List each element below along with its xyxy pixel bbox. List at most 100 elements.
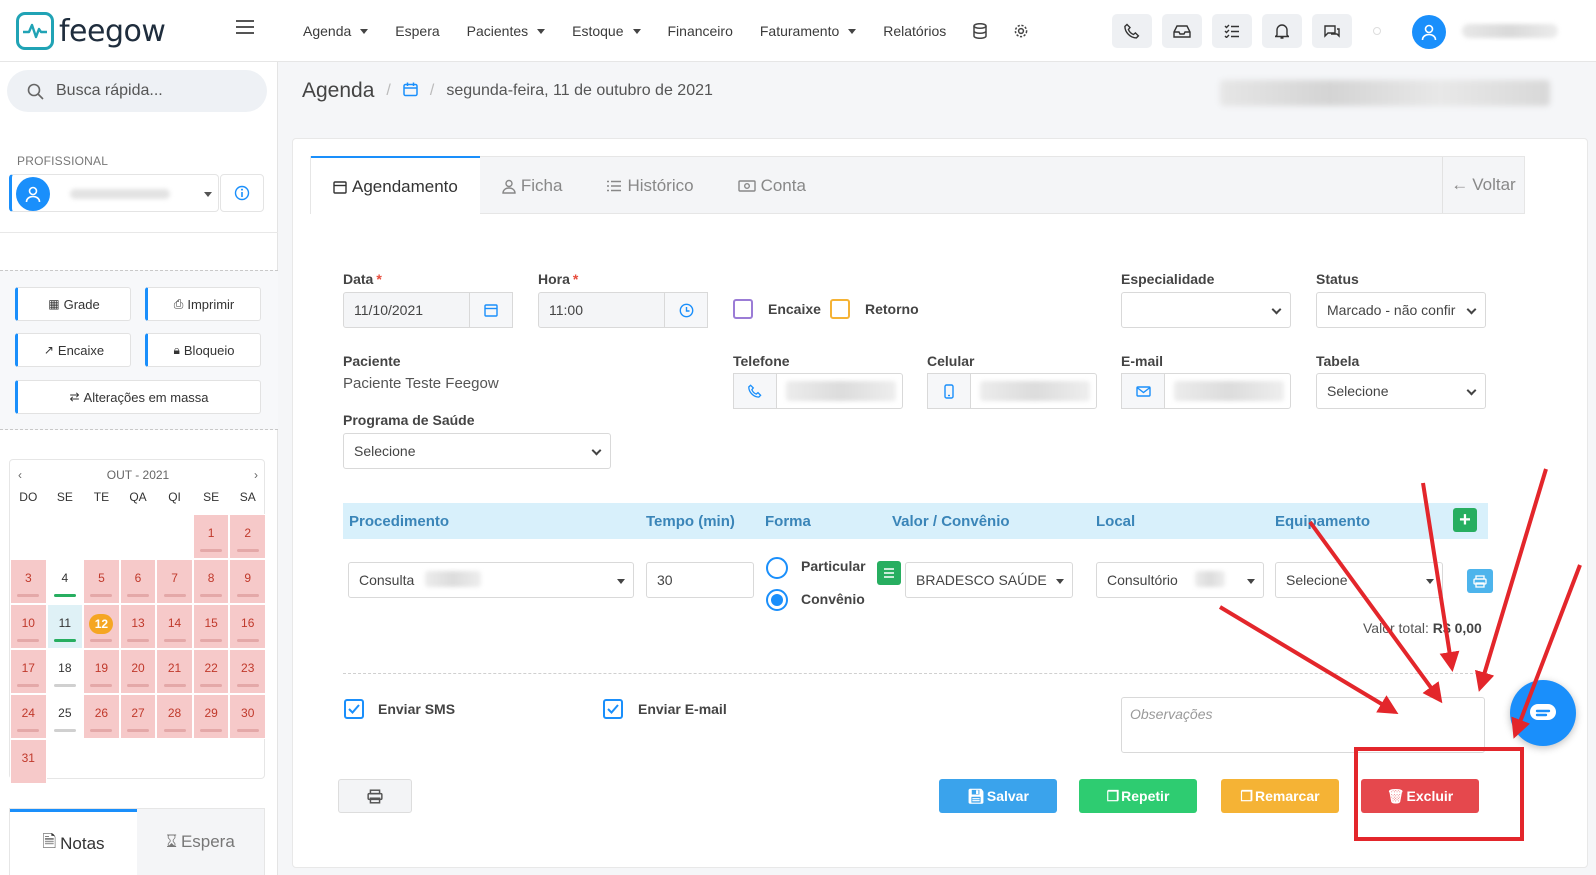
calendar-day[interactable]: 31 xyxy=(10,739,47,784)
nav-financeiro[interactable]: Financeiro xyxy=(668,23,733,39)
celular-input[interactable] xyxy=(927,373,1097,409)
alteracoes-em-massa-button[interactable]: ⇄ Alterações em massa xyxy=(15,380,261,414)
local-select[interactable]: Consultório xyxy=(1096,562,1264,598)
hora-input[interactable]: 11:00 xyxy=(538,292,708,328)
nav-estoque[interactable]: Estoque xyxy=(572,23,641,39)
chevron-right-icon[interactable]: › xyxy=(254,468,258,482)
procedimento-select[interactable]: Consulta xyxy=(348,562,634,598)
repetir-button[interactable]: ❐ Repetir xyxy=(1079,779,1197,813)
imprimir-button[interactable]: ⎙ Imprimir xyxy=(145,287,261,321)
tempo-input[interactable]: 30 xyxy=(646,562,754,598)
grade-button[interactable]: ▦ Grade xyxy=(15,287,131,321)
inbox-icon[interactable] xyxy=(1162,14,1202,48)
convenio-radio[interactable] xyxy=(766,589,788,611)
calendar-day[interactable]: 9 xyxy=(229,559,266,604)
calendar-day[interactable]: 7 xyxy=(156,559,193,604)
calendar-day[interactable]: 4 xyxy=(46,559,84,604)
phone-icon[interactable] xyxy=(1112,14,1152,48)
tab-notas[interactable]: 🗎︎ Notas xyxy=(10,809,137,875)
price-table-icon[interactable] xyxy=(877,561,901,585)
enviar-email-checkbox[interactable] xyxy=(603,699,623,719)
email-input[interactable] xyxy=(1121,373,1291,409)
especialidade-select[interactable] xyxy=(1121,292,1291,328)
tab-historico[interactable]: Histórico xyxy=(584,157,715,215)
hamburger-menu-icon[interactable] xyxy=(236,20,254,34)
tab-espera[interactable]: ⌛︎ Espera xyxy=(137,809,264,875)
nav-agenda[interactable]: Agenda xyxy=(303,23,369,39)
remarcar-button[interactable]: ❐ Remarcar xyxy=(1221,779,1339,813)
tab-ficha[interactable]: Ficha xyxy=(480,157,585,215)
calendar-day[interactable]: 22 xyxy=(192,649,230,694)
tabela-select[interactable]: Selecione xyxy=(1316,373,1486,409)
paciente-value[interactable]: Paciente Teste Feegow xyxy=(343,375,499,392)
nav-relatorios[interactable]: Relatórios xyxy=(883,23,946,39)
user-avatar[interactable] xyxy=(1412,15,1446,49)
logo[interactable]: feegow xyxy=(16,12,166,50)
calendar-day[interactable]: 25 xyxy=(46,694,84,739)
nav-faturamento[interactable]: Faturamento xyxy=(760,23,857,39)
calendar-day[interactable]: 28 xyxy=(156,694,193,739)
encaixe-checkbox[interactable] xyxy=(733,299,753,319)
nav-espera[interactable]: Espera xyxy=(395,23,439,39)
retorno-checkbox[interactable] xyxy=(830,299,850,319)
calendar-day[interactable]: 30 xyxy=(229,694,266,739)
calendar-day[interactable]: 10 xyxy=(10,604,47,649)
calendar-day[interactable]: 20 xyxy=(119,649,157,694)
calendar-day[interactable]: 16 xyxy=(229,604,266,649)
tab-conta[interactable]: Conta xyxy=(716,157,828,215)
convenio-select[interactable]: BRADESCO SAÚDE xyxy=(905,562,1073,598)
enviar-sms-checkbox[interactable] xyxy=(344,699,364,719)
calendar-day[interactable]: 23 xyxy=(229,649,266,694)
observacoes-textarea[interactable]: Observações xyxy=(1121,697,1485,753)
nav-pacientes[interactable]: Pacientes xyxy=(467,23,546,39)
chevron-left-icon[interactable]: ‹ xyxy=(18,468,22,482)
print-button[interactable] xyxy=(338,779,412,813)
telefone-input[interactable] xyxy=(733,373,903,409)
calendar-day[interactable]: 6 xyxy=(119,559,157,604)
calendar-day[interactable]: 19 xyxy=(83,649,120,694)
calendar-day[interactable]: 14 xyxy=(156,604,193,649)
search-input[interactable]: Busca rápida... xyxy=(56,82,163,100)
database-icon[interactable] xyxy=(973,23,988,39)
user-name-redacted[interactable] xyxy=(1462,24,1558,38)
calendar-day[interactable]: 26 xyxy=(83,694,120,739)
calendar-day[interactable]: 1 xyxy=(192,514,230,559)
clock-icon[interactable] xyxy=(664,292,708,328)
page-title[interactable]: Agenda xyxy=(302,79,374,103)
bell-icon[interactable] xyxy=(1262,14,1302,48)
equipamento-select[interactable]: Selecione xyxy=(1275,562,1443,598)
calendar-icon[interactable] xyxy=(469,292,513,328)
quick-search[interactable]: Busca rápida... xyxy=(7,70,267,112)
print-icon[interactable] xyxy=(1467,569,1493,593)
calendar-day[interactable]: 3 xyxy=(10,559,47,604)
salvar-button[interactable]: 💾︎ Salvar xyxy=(939,779,1057,813)
calendar-icon[interactable] xyxy=(403,82,418,100)
support-chat-button[interactable] xyxy=(1510,680,1576,746)
calendar-day[interactable]: 15 xyxy=(192,604,230,649)
status-select[interactable]: Marcado - não confir xyxy=(1316,292,1486,328)
calendar-day[interactable]: 13 xyxy=(119,604,157,649)
calendar-day[interactable]: 8 xyxy=(192,559,230,604)
calendar-day[interactable]: 11 xyxy=(46,604,84,649)
programa-saude-select[interactable]: Selecione xyxy=(343,433,611,469)
calendar-day[interactable]: 2 xyxy=(229,514,266,559)
calendar-day[interactable]: 17 xyxy=(10,649,47,694)
encaixe-button[interactable]: ↗ Encaixe xyxy=(15,333,131,367)
gear-icon[interactable] xyxy=(1013,23,1029,39)
professional-select[interactable] xyxy=(9,174,219,212)
info-button[interactable] xyxy=(220,174,264,212)
data-input[interactable]: 11/10/2021 xyxy=(343,292,513,328)
chat-icon[interactable] xyxy=(1312,14,1352,48)
add-procedure-button[interactable]: + xyxy=(1453,508,1477,532)
checklist-icon[interactable] xyxy=(1212,14,1252,48)
calendar-day[interactable]: 29 xyxy=(192,694,230,739)
particular-radio[interactable] xyxy=(766,557,788,579)
voltar-button[interactable]: ← Voltar xyxy=(1442,157,1524,213)
calendar-day[interactable]: 21 xyxy=(156,649,193,694)
calendar-day[interactable]: 5 xyxy=(83,559,120,604)
calendar-day[interactable]: 27 xyxy=(119,694,157,739)
calendar-day[interactable]: 18 xyxy=(46,649,84,694)
tab-agendamento[interactable]: Agendamento xyxy=(311,156,480,215)
bloqueio-button[interactable]: 🔒︎ Bloqueio xyxy=(145,333,261,367)
calendar-day[interactable]: 12 xyxy=(83,604,120,649)
